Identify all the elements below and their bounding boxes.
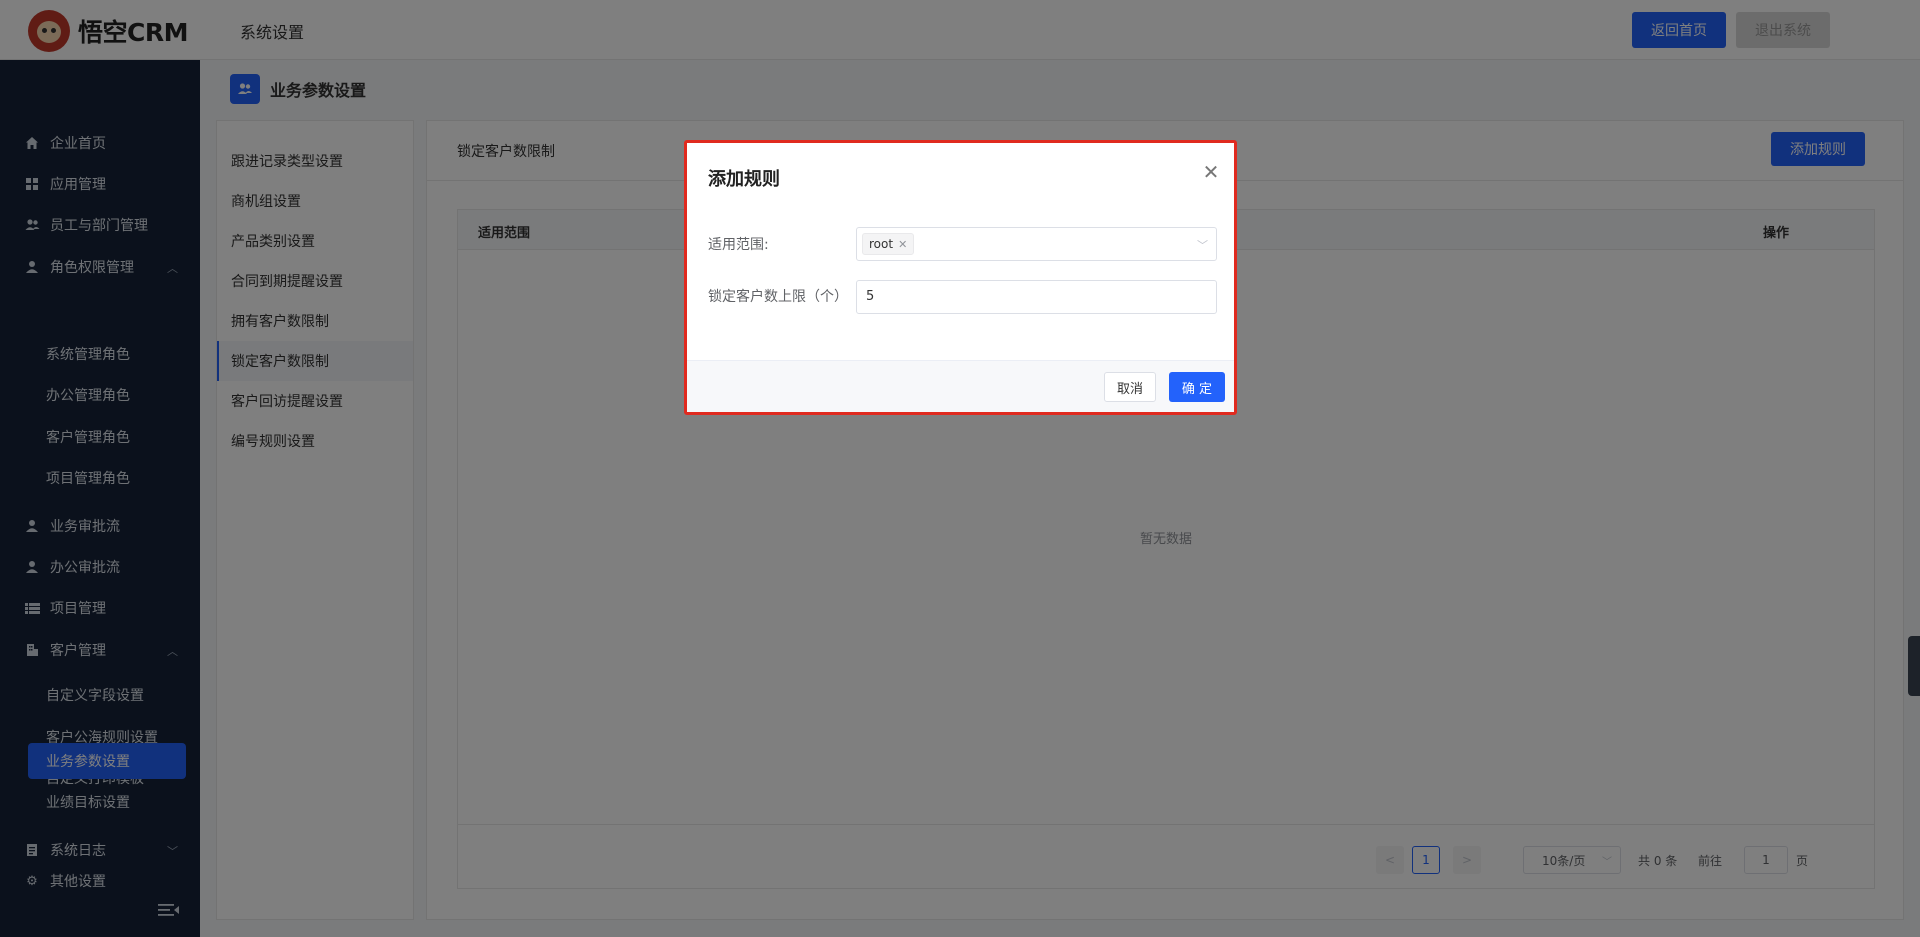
scope-tag: root ✕: [862, 233, 915, 255]
scope-label: 适用范围:: [708, 237, 769, 253]
limit-input[interactable]: 5: [856, 280, 1217, 314]
scope-tag-text: root: [869, 237, 894, 251]
add-rule-dialog: 添加规则 ✕ 适用范围: root ✕ ﹀ 锁定客户数上限（个） 5 取消 确 …: [684, 140, 1237, 415]
confirm-button[interactable]: 确 定: [1169, 372, 1225, 402]
close-icon[interactable]: ✕: [1200, 161, 1222, 183]
remove-tag-icon[interactable]: ✕: [898, 238, 907, 251]
limit-value: 5: [866, 289, 875, 304]
cancel-button[interactable]: 取消: [1104, 372, 1156, 402]
chevron-down-icon: ﹀: [1197, 239, 1208, 252]
limit-label: 锁定客户数上限（个）: [708, 289, 848, 305]
scope-select[interactable]: root ✕ ﹀: [856, 227, 1217, 261]
dialog-footer: 取消 确 定: [687, 360, 1234, 412]
dialog-title: 添加规则: [708, 169, 780, 190]
